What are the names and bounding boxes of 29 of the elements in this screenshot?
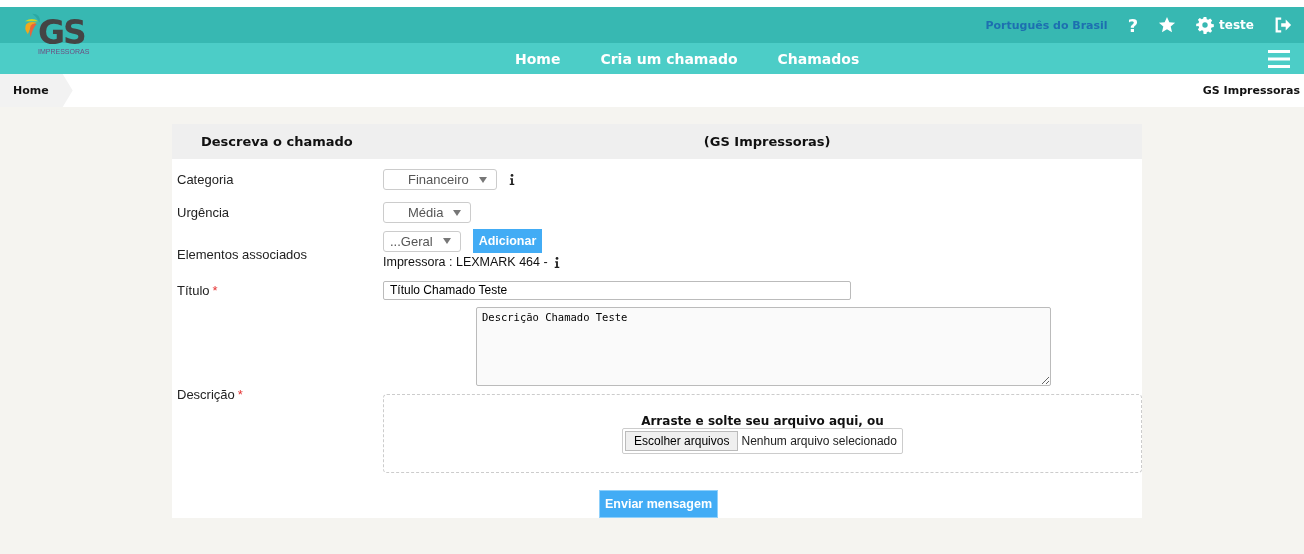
logout-icon[interactable] xyxy=(1274,16,1292,34)
form-subtitle: (GS Impressoras) xyxy=(703,134,831,149)
form-title: Descreva o chamado xyxy=(201,134,353,149)
dropdown[interactable]: Financeiro xyxy=(383,169,497,190)
title-input[interactable]: Título Chamado Teste xyxy=(383,280,851,300)
drop-zone[interactable]: Arraste e solte seu arquivo aqui, ou Escolher arquivos Nenhum arquivo selecionado xyxy=(383,394,1142,473)
dropdown[interactable]: ...Geral xyxy=(383,230,461,252)
field-label: Título xyxy=(177,282,210,298)
breadcrumb-item[interactable]: Home xyxy=(0,74,73,107)
required-mark: * xyxy=(212,282,218,298)
file-status: Nenhum arquivo selecionado xyxy=(740,433,898,448)
company-name: GS Impressoras xyxy=(1202,84,1301,97)
star-icon[interactable] xyxy=(1158,16,1177,34)
field-label: Urgência xyxy=(177,205,230,220)
choose-files-button[interactable]: Escolher arquivos xyxy=(625,430,739,451)
file-input[interactable]: Escolher arquivos Nenhum arquivo selecionado xyxy=(622,427,903,454)
field-label: Categoria xyxy=(177,172,234,187)
associated-item: Impressora : LEXMARK 464 - xyxy=(383,255,548,269)
menu-icon[interactable] xyxy=(1268,49,1290,68)
field-label: Descrição xyxy=(177,387,235,402)
description-textarea[interactable]: Descrição Chamado Teste xyxy=(476,307,1051,386)
field-label: Elementos associados xyxy=(177,247,308,262)
settings-icon xyxy=(1196,16,1215,34)
info-icon[interactable] xyxy=(508,174,515,185)
logo-text: GS xyxy=(38,18,85,48)
drop-zone-text: Arraste e solte seu arquivo aqui, ou xyxy=(641,413,884,428)
info-icon[interactable] xyxy=(553,256,560,268)
dropdown[interactable]: Média xyxy=(383,202,472,223)
required-mark: * xyxy=(237,387,243,402)
